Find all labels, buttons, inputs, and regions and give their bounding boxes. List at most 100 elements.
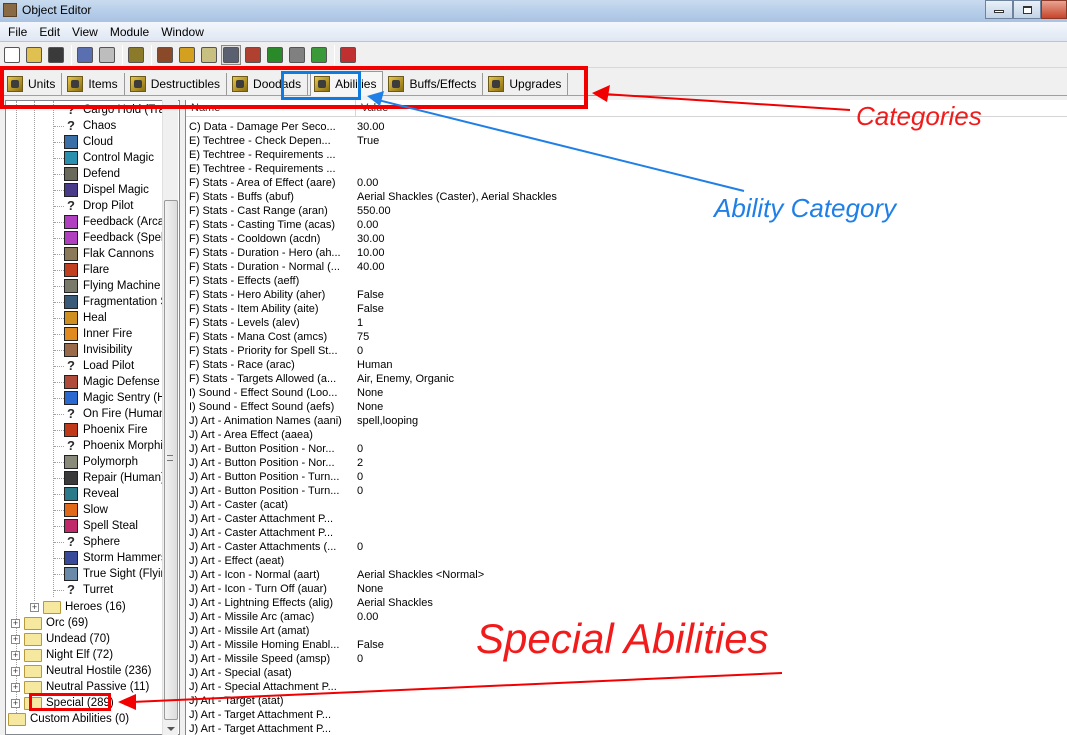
property-row[interactable]: J) Art - Effect (aeat) — [186, 554, 357, 568]
trigger-editor-button[interactable] — [177, 45, 197, 65]
tree-item-ability[interactable]: Fragmentation S — [64, 294, 168, 310]
paste-disabled-button[interactable] — [97, 45, 117, 65]
property-row[interactable]: J) Art - Button Position - Nor... 2 — [186, 456, 363, 470]
property-row[interactable]: J) Art - Caster Attachment P... — [186, 526, 357, 540]
tree-folder-night-elf[interactable]: + Night Elf (72) — [11, 647, 113, 663]
tree-item-ability[interactable]: Defend — [64, 166, 120, 182]
object-editor-button[interactable] — [221, 45, 241, 65]
property-row[interactable]: F) Stats - Levels (alev) 1 — [186, 316, 363, 330]
property-row[interactable]: F) Stats - Buffs (abuf) Aerial Shackles (… — [186, 190, 557, 204]
menu-edit[interactable]: Edit — [33, 22, 66, 42]
property-row[interactable]: J) Art - Caster Attachments (... 0 — [186, 540, 363, 554]
property-row[interactable]: J) Art - Missile Homing Enabl... False — [186, 638, 384, 652]
tree-item-ability[interactable]: True Sight (Flyin — [64, 566, 167, 582]
test-map-button[interactable] — [338, 45, 358, 65]
property-row[interactable]: E) Techtree - Requirements ... — [186, 162, 357, 176]
import-manager-button[interactable] — [287, 45, 307, 65]
sound-editor-button[interactable] — [199, 45, 219, 65]
tree-item-ability[interactable]: ? Load Pilot — [64, 358, 134, 374]
property-row[interactable]: J) Art - Missile Art (amat) — [186, 624, 357, 638]
tree-item-ability[interactable]: ? Phoenix Morphir — [64, 438, 167, 454]
open-folder-button[interactable] — [24, 45, 44, 65]
tree-item-ability[interactable]: ? Sphere — [64, 534, 120, 550]
property-row[interactable]: F) Stats - Casting Time (acas) 0.00 — [186, 218, 378, 232]
tree-item-ability[interactable]: Inner Fire — [64, 326, 132, 342]
tree-item-ability[interactable]: Control Magic — [64, 150, 154, 166]
save-disk-button[interactable] — [46, 45, 66, 65]
property-row[interactable]: E) Techtree - Requirements ... — [186, 148, 357, 162]
tree-item-ability[interactable]: ? On Fire (Human) — [64, 406, 169, 422]
object-manager-button[interactable] — [309, 45, 329, 65]
expand-icon[interactable]: + — [11, 634, 20, 644]
scroll-down-arrow-icon[interactable] — [167, 727, 175, 731]
abilities-fist-button[interactable] — [126, 45, 146, 65]
property-row[interactable]: F) Stats - Area of Effect (aare) 0.00 — [186, 176, 378, 190]
menu-module[interactable]: Module — [104, 22, 155, 42]
property-row[interactable]: J) Art - Special (asat) — [186, 666, 357, 680]
property-row[interactable]: J) Art - Animation Names (aani) spell,loo… — [186, 414, 418, 428]
property-row[interactable]: F) Stats - Hero Ability (aher) False — [186, 288, 384, 302]
menu-view[interactable]: View — [66, 22, 104, 42]
tree-item-ability[interactable]: ? Turret — [64, 582, 113, 598]
property-row[interactable]: F) Stats - Effects (aeff) — [186, 274, 357, 288]
tree-item-ability[interactable]: Feedback (Arca — [64, 214, 164, 230]
property-row[interactable]: J) Art - Icon - Normal (aart) Aerial Shac… — [186, 568, 484, 582]
tree-item-ability[interactable]: Magic Sentry (H — [64, 390, 165, 406]
tree-item-ability[interactable]: Polymorph — [64, 454, 138, 470]
property-row[interactable]: J) Art - Target Attachment P... — [186, 708, 357, 722]
minimize-button[interactable] — [985, 0, 1013, 19]
property-row[interactable]: J) Art - Target (atat) — [186, 694, 357, 708]
expand-icon[interactable]: + — [11, 618, 20, 628]
tree-folder-undead[interactable]: + Undead (70) — [11, 631, 110, 647]
expand-icon[interactable]: + — [11, 650, 20, 660]
close-button[interactable] — [1041, 0, 1067, 19]
property-row[interactable]: I) Sound - Effect Sound (aefs) None — [186, 400, 383, 414]
tree-item-ability[interactable]: Repair (Human) — [64, 470, 165, 486]
tree-item-ability[interactable]: Dispel Magic — [64, 182, 149, 198]
tree-item-ability[interactable]: ? Drop Pilot — [64, 198, 133, 214]
tree-item-ability[interactable]: Cloud — [64, 134, 113, 150]
property-row[interactable]: J) Art - Button Position - Nor... 0 — [186, 442, 363, 456]
property-row[interactable]: I) Sound - Effect Sound (Loo... None — [186, 386, 383, 400]
property-row[interactable]: F) Stats - Race (arac) Human — [186, 358, 392, 372]
menu-window[interactable]: Window — [155, 22, 210, 42]
property-row[interactable]: F) Stats - Priority for Spell St... 0 — [186, 344, 363, 358]
expand-icon[interactable]: + — [11, 698, 20, 708]
tree-folder-custom-abilities[interactable]: Custom Abilities (0) — [8, 711, 129, 727]
property-row[interactable]: F) Stats - Cooldown (acdn) 30.00 — [186, 232, 385, 246]
property-row[interactable]: J) Art - Button Position - Turn... 0 — [186, 470, 363, 484]
tree-item-ability[interactable]: Spell Steal — [64, 518, 138, 534]
property-row[interactable]: F) Stats - Mana Cost (amcs) 75 — [186, 330, 369, 344]
property-row[interactable]: J) Art - Target Attachment P... — [186, 722, 357, 735]
tree-folder-heroes[interactable]: + Heroes (16) — [30, 599, 126, 615]
ai-editor-button[interactable] — [265, 45, 285, 65]
terrain-editor-button[interactable] — [155, 45, 175, 65]
property-row[interactable]: J) Art - Caster (acat) — [186, 498, 357, 512]
property-row[interactable]: J) Art - Area Effect (aaea) — [186, 428, 357, 442]
property-row[interactable]: J) Art - Special Attachment P... — [186, 680, 357, 694]
tree-item-ability[interactable]: Magic Defense — [64, 374, 160, 390]
tree-item-ability[interactable]: Flying Machine I — [64, 278, 167, 294]
tree-item-ability[interactable]: Flak Cannons — [64, 246, 154, 262]
tree-item-ability[interactable]: Phoenix Fire — [64, 422, 148, 438]
property-row[interactable]: F) Stats - Targets Allowed (a... Air, Ene… — [186, 372, 454, 386]
tree-item-ability[interactable]: Heal — [64, 310, 107, 326]
property-row[interactable]: F) Stats - Item Ability (aite) False — [186, 302, 384, 316]
property-row[interactable]: J) Art - Missile Speed (amsp) 0 — [186, 652, 363, 666]
property-row[interactable]: F) Stats - Cast Range (aran) 550.00 — [186, 204, 391, 218]
tree-folder-orc[interactable]: + Orc (69) — [11, 615, 88, 631]
tree-item-ability[interactable]: Flare — [64, 262, 109, 278]
property-row[interactable]: J) Art - Caster Attachment P... — [186, 512, 357, 526]
property-row[interactable]: J) Art - Lightning Effects (alig) Aerial … — [186, 596, 433, 610]
expand-icon[interactable]: + — [11, 666, 20, 676]
property-row[interactable]: E) Techtree - Check Depen... True — [186, 134, 379, 148]
expand-icon[interactable]: + — [30, 602, 39, 612]
tree-item-ability[interactable]: Storm Hammers — [64, 550, 167, 566]
tree-item-ability[interactable]: Reveal — [64, 486, 119, 502]
menu-file[interactable]: File — [2, 22, 33, 42]
property-row[interactable]: F) Stats - Duration - Hero (ah... 10.00 — [186, 246, 385, 260]
campaign-editor-button[interactable] — [243, 45, 263, 65]
expand-icon[interactable]: + — [11, 682, 20, 692]
property-row[interactable]: J) Art - Icon - Turn Off (auar) None — [186, 582, 383, 596]
copy-button[interactable] — [75, 45, 95, 65]
